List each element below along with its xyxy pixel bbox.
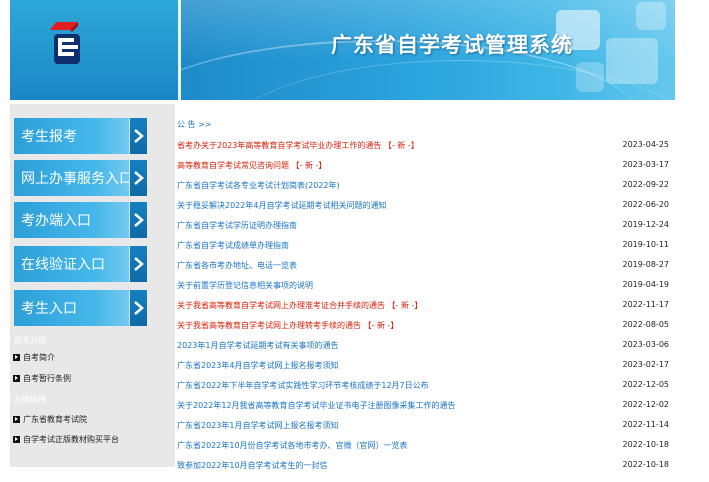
notice-title-link[interactable]: 省考办关于2023年高等教育自学考试毕业办理工作的通告 【- 新 -】 xyxy=(177,140,419,151)
notice-row[interactable]: 致参加2022年10月自学考试考生的一封信 2022-10-18 xyxy=(177,460,673,480)
notice-title-link[interactable]: 广东省2022年下半年自学考试实践性学习环节考核成绩于12月7日公布 xyxy=(177,380,429,391)
bullet-arrow-icon xyxy=(13,436,20,443)
notice-title-link[interactable]: 广东省2023年4月自学考试网上报名报考须知 xyxy=(177,360,338,371)
puzzle-piece xyxy=(606,38,658,84)
link-label: 广东省教育考试院 xyxy=(23,415,87,424)
nav-online-verification[interactable]: 在线验证入口 xyxy=(14,246,147,282)
notice-title-link[interactable]: 关于我省高等教育自学考试网上办理转考手续的通告 【- 新 -】 xyxy=(177,320,398,331)
nav-candidate-registration[interactable]: 考生报考 xyxy=(14,118,147,154)
notice-row[interactable]: 关于2022年12月我省高等教育自学考试毕业证书电子注册图像采集工作的通告 202… xyxy=(177,400,673,420)
nav-label: 网上办事服务入口 xyxy=(21,171,133,187)
logo-emblem xyxy=(50,22,80,64)
nav-online-services[interactable]: 网上办事服务入口 xyxy=(14,160,147,196)
link-intro[interactable]: 自考简介 xyxy=(13,352,55,363)
link-exam-authority[interactable]: 广东省教育考试院 xyxy=(13,414,87,425)
notice-date: 2023-02-17 xyxy=(622,360,670,369)
bullet-arrow-icon xyxy=(13,416,20,423)
nav-label: 在线验证入口 xyxy=(21,257,105,273)
link-regulations[interactable]: 自考暂行条例 xyxy=(13,373,71,384)
nav-candidate-login[interactable]: 考生入口 xyxy=(14,290,147,326)
notice-date: 2022-11-17 xyxy=(622,300,670,309)
notice-row[interactable]: 关于我省高等教育自学考试网上办理准考证合并手续的通告 【- 新 -】 2022-1… xyxy=(177,300,673,320)
chevron-right-icon xyxy=(129,118,147,154)
notice-row[interactable]: 广东省各市考办地址、电话一览表 2019-08-27 xyxy=(177,260,673,280)
section-heading-links: 友情链接 xyxy=(14,395,46,404)
chevron-right-icon xyxy=(129,290,147,326)
puzzle-piece xyxy=(576,62,604,92)
notice-date: 2019-12-24 xyxy=(622,220,670,229)
notice-title-link[interactable]: 广东省自学考试成绩单办理指南 xyxy=(177,240,289,251)
sidebar: 考生报考 网上办事服务入口 考办端入口 在线验证入口 考生入口 自考介绍 自考简… xyxy=(10,104,175,467)
notice-row[interactable]: 关于稳妥解决2022年4月自学考试延期考试相关问题的通知 2022-06-20 xyxy=(177,200,673,220)
bullet-arrow-icon xyxy=(13,354,20,361)
bullet-arrow-icon xyxy=(13,375,20,382)
notice-date: 2022-10-18 xyxy=(622,440,670,449)
notice-date: 2023-03-06 xyxy=(622,340,670,349)
notice-title-link[interactable]: 广东省各市考办地址、电话一览表 xyxy=(177,260,297,271)
notice-date: 2022-12-02 xyxy=(622,400,670,409)
notice-date: 2019-10-11 xyxy=(622,240,670,249)
notice-row[interactable]: 广东省2022年10月份自学考试各地市考办、官微（官网）一览表 2022-10-1… xyxy=(177,440,673,460)
notice-title-link[interactable]: 2023年1月自学考试延期考试有关事项的通告 xyxy=(177,340,338,351)
notice-board: 公 告 >> 省考办关于2023年高等教育自学考试毕业办理工作的通告 【- 新 … xyxy=(177,118,677,470)
notice-date: 2019-04-19 xyxy=(622,280,670,289)
chevron-right-icon xyxy=(129,246,147,282)
notice-title-link[interactable]: 关于我省高等教育自学考试网上办理准考证合并手续的通告 【- 新 -】 xyxy=(177,300,422,311)
notice-row[interactable]: 广东省2023年4月自学考试网上报名报考须知 2023-02-17 xyxy=(177,360,673,380)
notice-date: 2023-03-17 xyxy=(622,160,670,169)
notice-row[interactable]: 广东省自学考试学历证明办理指南 2019-12-24 xyxy=(177,220,673,240)
puzzle-piece xyxy=(636,2,666,30)
nav-exam-office-portal[interactable]: 考办端入口 xyxy=(14,202,147,238)
notice-date: 2022-06-20 xyxy=(622,200,670,209)
link-label: 自学考试正版教材购买平台 xyxy=(23,435,119,444)
notice-date: 2022-10-18 xyxy=(622,460,670,469)
notice-date: 2023-04-25 xyxy=(622,140,670,149)
notice-row[interactable]: 广东省2023年1月自学考试网上报名报考须知 2022-11-14 xyxy=(177,420,673,440)
notice-date: 2022-12-05 xyxy=(622,380,670,389)
notice-row[interactable]: 关于前置学历登记信息相关事项的说明 2019-04-19 xyxy=(177,280,673,300)
link-label: 自考简介 xyxy=(23,353,55,362)
nav-label: 考办端入口 xyxy=(21,213,91,229)
notice-title-link[interactable]: 关于前置学历登记信息相关事项的说明 xyxy=(177,280,313,291)
notice-title-link[interactable]: 关于2022年12月我省高等教育自学考试毕业证书电子注册图像采集工作的通告 xyxy=(177,400,456,411)
nav-label: 考生入口 xyxy=(21,301,77,317)
notice-title-link[interactable]: 广东省自学考试各专业考试计划简表(2022年) xyxy=(177,180,340,191)
notice-row[interactable]: 广东省2022年下半年自学考试实践性学习环节考核成绩于12月7日公布 2022-1… xyxy=(177,380,673,400)
header: 广东省自学考试管理系统 xyxy=(10,0,675,100)
chevron-right-icon xyxy=(129,160,147,196)
notice-row[interactable]: 省考办关于2023年高等教育自学考试毕业办理工作的通告 【- 新 -】 2023-… xyxy=(177,140,673,160)
notice-title-link[interactable]: 广东省2023年1月自学考试网上报名报考须知 xyxy=(177,420,338,431)
notice-date: 2022-08-05 xyxy=(622,320,670,329)
notice-date: 2019-08-27 xyxy=(622,260,670,269)
notice-title-link[interactable]: 致参加2022年10月自学考试考生的一封信 xyxy=(177,460,328,471)
notice-row[interactable]: 2023年1月自学考试延期考试有关事项的通告 2023-03-06 xyxy=(177,340,673,360)
notice-title-link[interactable]: 广东省自学考试学历证明办理指南 xyxy=(177,220,297,231)
notice-date: 2022-11-14 xyxy=(622,420,670,429)
link-textbook-store[interactable]: 自学考试正版教材购买平台 xyxy=(13,434,119,445)
notice-title-link[interactable]: 高等教育自学考试常见咨询问题 【- 新 -】 xyxy=(177,160,326,171)
notice-title-link[interactable]: 广东省2022年10月份自学考试各地市考办、官微（官网）一览表 xyxy=(177,440,408,451)
link-label: 自考暂行条例 xyxy=(23,374,71,383)
notice-row[interactable]: 高等教育自学考试常见咨询问题 【- 新 -】 2023-03-17 xyxy=(177,160,673,180)
notice-row[interactable]: 关于我省高等教育自学考试网上办理转考手续的通告 【- 新 -】 2022-08-0… xyxy=(177,320,673,340)
section-heading-intro: 自考介绍 xyxy=(14,336,46,345)
nav-label: 考生报考 xyxy=(21,129,77,145)
site-title: 广东省自学考试管理系统 xyxy=(331,33,573,57)
header-banner: 广东省自学考试管理系统 xyxy=(181,0,675,100)
logo-area xyxy=(10,0,178,100)
notice-date: 2022-09-22 xyxy=(622,180,670,189)
notice-title-link[interactable]: 关于稳妥解决2022年4月自学考试延期考试相关问题的通知 xyxy=(177,200,386,211)
notice-heading[interactable]: 公 告 >> xyxy=(177,118,677,132)
chevron-right-icon xyxy=(129,202,147,238)
notice-row[interactable]: 广东省自学考试成绩单办理指南 2019-10-11 xyxy=(177,240,673,260)
notice-row[interactable]: 广东省自学考试各专业考试计划简表(2022年) 2022-09-22 xyxy=(177,180,673,200)
